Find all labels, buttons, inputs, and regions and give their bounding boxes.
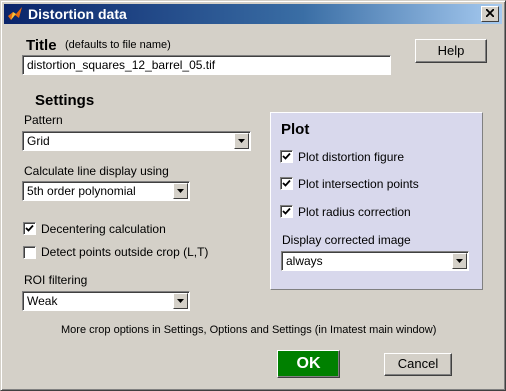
plot-distortion-checkbox[interactable]	[280, 150, 293, 163]
decentering-checkbox[interactable]	[23, 222, 36, 235]
roi-filtering-label: ROI filtering	[24, 273, 88, 287]
line-display-dropdown-button[interactable]	[173, 183, 188, 199]
dialog-window: Distortion data Title (defaults to file …	[0, 0, 506, 391]
plot-distortion-label[interactable]: Plot distortion figure	[298, 150, 404, 164]
roi-filtering-value: Weak	[27, 294, 58, 308]
display-corrected-dropdown-button[interactable]	[452, 253, 467, 269]
ok-button[interactable]: OK	[277, 350, 340, 378]
line-display-select[interactable]: 5th order polynomial	[22, 181, 190, 201]
close-icon	[485, 8, 495, 18]
display-corrected-label: Display corrected image	[282, 233, 411, 247]
chevron-down-icon	[238, 139, 245, 143]
line-display-label: Calculate line display using	[24, 164, 169, 178]
title-heading: Title	[26, 37, 57, 54]
detect-points-checkbox[interactable]	[23, 246, 36, 259]
matlab-logo-icon	[8, 7, 22, 20]
checkmark-icon	[282, 179, 291, 187]
title-input[interactable]: distortion_squares_12_barrel_05.tif	[22, 55, 391, 75]
chevron-down-icon	[177, 189, 184, 193]
settings-heading: Settings	[35, 92, 95, 109]
title-bar[interactable]: Distortion data	[4, 4, 502, 24]
cancel-button[interactable]: Cancel	[384, 353, 452, 376]
plot-radius-label[interactable]: Plot radius correction	[298, 205, 411, 219]
chevron-down-icon	[177, 299, 184, 303]
plot-radius-checkbox[interactable]	[280, 205, 293, 218]
display-corrected-select[interactable]: always	[281, 251, 469, 271]
display-corrected-value: always	[286, 254, 323, 268]
roi-filtering-select[interactable]: Weak	[22, 291, 190, 311]
close-button[interactable]	[481, 6, 499, 22]
checkmark-icon	[282, 152, 291, 160]
window-title: Distortion data	[28, 6, 127, 22]
plot-intersection-label[interactable]: Plot intersection points	[298, 177, 419, 191]
plot-intersection-checkbox[interactable]	[280, 177, 293, 190]
plot-heading: Plot	[281, 121, 310, 138]
pattern-value: Grid	[27, 134, 50, 148]
plot-panel: Plot Plot distortion figure Plot interse…	[270, 112, 483, 290]
roi-filtering-dropdown-button[interactable]	[173, 293, 188, 309]
pattern-select[interactable]: Grid	[22, 131, 251, 151]
checkmark-icon	[282, 207, 291, 215]
crop-options-note: More crop options in Settings, Options a…	[61, 324, 437, 336]
detect-points-label[interactable]: Detect points outside crop (L,T)	[41, 245, 208, 259]
pattern-dropdown-button[interactable]	[234, 133, 249, 149]
pattern-label: Pattern	[24, 113, 63, 127]
decentering-label[interactable]: Decentering calculation	[41, 222, 166, 236]
title-hint: (defaults to file name)	[65, 39, 171, 51]
help-button[interactable]: Help	[415, 39, 487, 63]
checkmark-icon	[25, 224, 34, 232]
chevron-down-icon	[456, 259, 463, 263]
line-display-value: 5th order polynomial	[27, 184, 136, 198]
